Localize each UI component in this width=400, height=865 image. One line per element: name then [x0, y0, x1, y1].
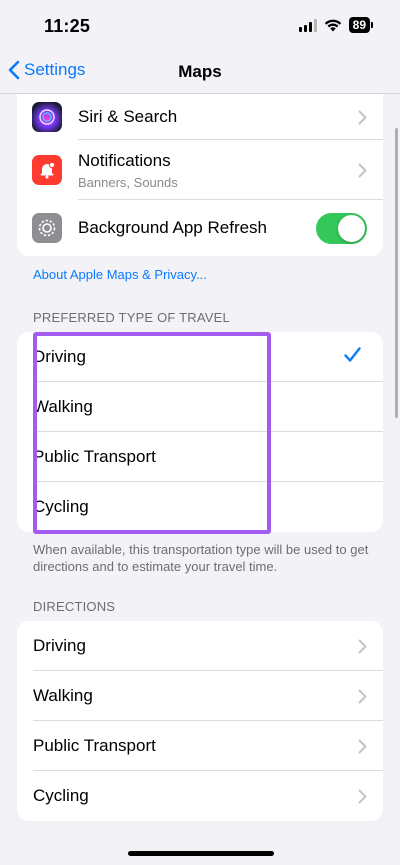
- directions-driving[interactable]: Driving: [17, 621, 383, 671]
- background-refresh-row: Background App Refresh: [17, 200, 383, 256]
- directions-label: Walking: [33, 686, 93, 705]
- preferred-travel-public-transport[interactable]: Public Transport: [17, 432, 383, 482]
- battery-icon: 89: [348, 17, 374, 33]
- page-title: Maps: [178, 62, 222, 81]
- siri-icon: [32, 102, 62, 132]
- option-label: Public Transport: [33, 447, 156, 466]
- background-refresh-label: Background App Refresh: [78, 218, 268, 237]
- preferred-travel-group: Driving Walking Public Transport Cycling: [17, 332, 383, 532]
- chevron-right-icon: [358, 110, 367, 124]
- background-refresh-toggle[interactable]: [316, 212, 367, 244]
- preferred-travel-walking[interactable]: Walking: [17, 382, 383, 432]
- status-time: 11:25: [44, 16, 91, 36]
- notifications-label: Notifications: [78, 150, 171, 170]
- chevron-right-icon: [358, 163, 367, 177]
- directions-public-transport[interactable]: Public Transport: [17, 721, 383, 771]
- preferred-travel-header: PREFERRED TYPE OF TRAVEL: [33, 310, 230, 325]
- chevron-right-icon: [358, 639, 367, 653]
- chevron-right-icon: [358, 739, 367, 753]
- directions-header: DIRECTIONS: [33, 599, 116, 614]
- preferred-travel-driving[interactable]: Driving: [17, 332, 383, 382]
- option-label: Driving: [33, 347, 86, 366]
- siri-search-label: Siri & Search: [78, 107, 178, 126]
- gear-icon: [32, 213, 62, 243]
- directions-group: Driving Walking Public Transport Cycling: [17, 621, 383, 821]
- option-label: Walking: [33, 397, 93, 416]
- directions-label: Cycling: [33, 786, 89, 805]
- siri-search-row[interactable]: Siri & Search: [17, 94, 383, 140]
- navigation-bar: Settings Maps: [0, 52, 400, 92]
- directions-walking[interactable]: Walking: [17, 671, 383, 721]
- preferred-travel-footnote: When available, this transportation type…: [33, 542, 369, 574]
- chevron-right-icon: [358, 689, 367, 703]
- directions-cycling[interactable]: Cycling: [17, 771, 383, 821]
- status-icons: 89: [298, 17, 374, 33]
- status-bar: 11:25 89: [0, 0, 400, 52]
- checkmark-icon: [344, 347, 361, 362]
- chevron-right-icon: [358, 789, 367, 803]
- signal-icon: [298, 18, 317, 32]
- home-indicator[interactable]: [128, 851, 274, 856]
- privacy-link[interactable]: About Apple Maps & Privacy...: [33, 267, 207, 282]
- scrollbar[interactable]: [395, 128, 398, 418]
- notifications-sublabel: Banners, Sounds: [78, 174, 178, 190]
- directions-label: Driving: [33, 636, 86, 655]
- notifications-icon: [32, 155, 62, 185]
- option-label: Cycling: [33, 497, 89, 516]
- preferred-travel-cycling[interactable]: Cycling: [17, 482, 383, 532]
- settings-group: Siri & Search Notifications Banners, Sou…: [17, 94, 383, 256]
- notifications-row[interactable]: Notifications Banners, Sounds: [17, 140, 383, 200]
- wifi-icon: [324, 19, 341, 31]
- directions-label: Public Transport: [33, 736, 156, 755]
